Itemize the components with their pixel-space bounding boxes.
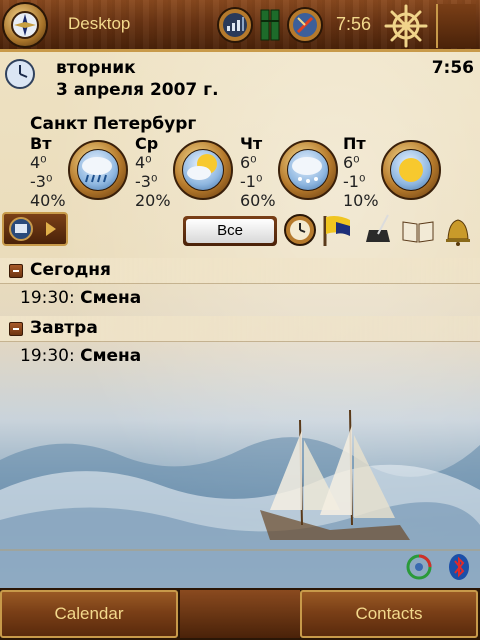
weather-low: -3⁰	[30, 172, 53, 191]
weather-low: -1⁰	[240, 172, 263, 191]
sunny-icon	[381, 140, 441, 200]
weather-day-name: Ср	[135, 134, 159, 153]
weather-high: 6⁰	[343, 153, 360, 172]
view-toggle-button[interactable]	[2, 212, 68, 246]
appointment-subject: Смена	[80, 288, 142, 308]
calendar-section-header[interactable]: Завтра	[0, 316, 480, 342]
volume-icon[interactable]	[286, 6, 324, 44]
collapse-icon[interactable]	[9, 264, 23, 278]
softkey-spacer	[180, 590, 300, 638]
appointment-item[interactable]: 19:30: Смена	[20, 346, 141, 366]
time-label: 7:56	[431, 58, 474, 78]
weekday-label: вторник	[56, 58, 136, 78]
alarm-clock-icon[interactable]	[282, 212, 318, 248]
snow-cloud-icon	[278, 140, 338, 200]
close-button[interactable]	[436, 4, 476, 48]
book-icon[interactable]	[400, 212, 436, 248]
calendar-section-header[interactable]: Сегодня	[0, 258, 480, 284]
date-row[interactable]: вторник 3 апреля 2007 г. 7:56	[0, 56, 480, 102]
bluetooth-icon[interactable]	[446, 552, 472, 582]
weather-low: -3⁰	[135, 172, 158, 191]
app-title[interactable]: Desktop	[68, 14, 130, 34]
full-date-label: 3 апреля 2007 г.	[56, 80, 219, 100]
weather-high: 4⁰	[30, 153, 47, 172]
weather-precip: 20%	[135, 191, 171, 210]
weather-panel[interactable]: Санкт Петербург Вт 4⁰ -3⁰ 40% Ср 4⁰ -3⁰ …	[0, 112, 480, 212]
flag-icon[interactable]	[318, 212, 354, 248]
weather-high: 4⁰	[135, 153, 152, 172]
weather-day-name: Чт	[240, 134, 263, 153]
weather-day: Пт 6⁰ -1⁰ 10%	[343, 134, 480, 214]
weather-city: Санкт Петербург	[30, 114, 197, 134]
appointment-time: 19:30:	[20, 288, 75, 308]
section-label: Завтра	[30, 318, 98, 338]
weather-precip: 60%	[240, 191, 276, 210]
filter-all-label: Все	[186, 219, 274, 243]
calendar-softkey[interactable]: Calendar	[0, 590, 178, 638]
ship-wheel-icon[interactable]	[384, 4, 428, 48]
calendar-toolbar: Все	[0, 212, 480, 250]
sync-icon[interactable]	[404, 552, 434, 582]
softkey-bar: Calendar Contacts	[0, 588, 480, 640]
title-bar: Desktop 7:56	[0, 0, 480, 52]
start-menu-button[interactable]	[2, 2, 48, 48]
appointment-time: 19:30:	[20, 346, 75, 366]
weather-day-name: Пт	[343, 134, 366, 153]
section-label: Сегодня	[30, 260, 111, 280]
weather-high: 6⁰	[240, 153, 257, 172]
appointment-item[interactable]: 19:30: Смена	[20, 288, 141, 308]
contacts-softkey[interactable]: Contacts	[300, 590, 478, 638]
status-clock[interactable]: 7:56	[336, 14, 371, 35]
weather-precip: 40%	[30, 191, 66, 210]
appointment-subject: Смена	[80, 346, 142, 366]
bell-icon[interactable]	[440, 212, 476, 248]
signal-strength-icon[interactable]	[216, 6, 254, 44]
weather-precip: 10%	[343, 191, 379, 210]
filter-all-button[interactable]: Все	[183, 216, 277, 246]
inkwell-icon[interactable]	[360, 212, 396, 248]
weather-low: -1⁰	[343, 172, 366, 191]
rain-cloud-icon	[68, 140, 128, 200]
window-arrow-icon	[9, 217, 56, 241]
weather-day-name: Вт	[30, 134, 52, 153]
clock-icon	[5, 59, 35, 89]
compass-icon	[11, 11, 39, 39]
collapse-icon[interactable]	[9, 322, 23, 336]
sun-cloud-icon	[173, 140, 233, 200]
